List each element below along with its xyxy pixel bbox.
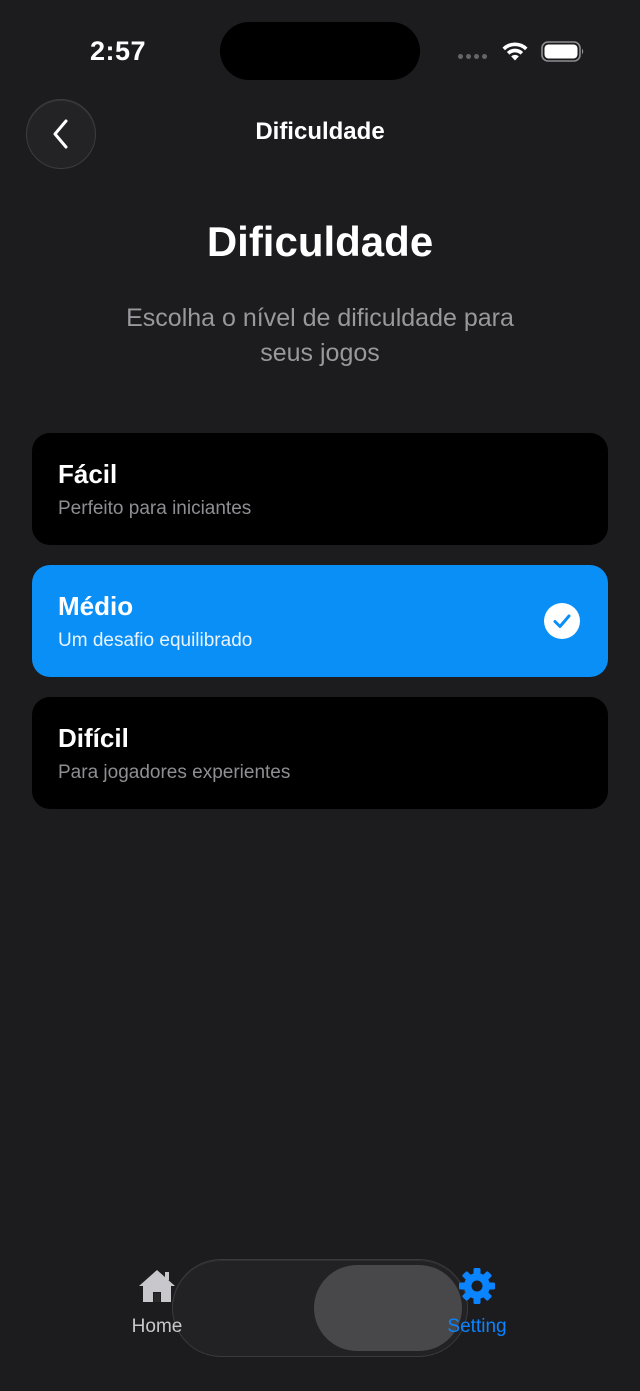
status-bar: 2:57 bbox=[0, 0, 640, 100]
checkmark-icon bbox=[544, 603, 580, 639]
page-title: Dificuldade bbox=[206, 218, 434, 265]
option-dificil[interactable]: Difícil Para jogadores experientes bbox=[32, 697, 608, 809]
option-facil[interactable]: Fácil Perfeito para iniciantes bbox=[32, 433, 608, 545]
gear-icon bbox=[456, 1266, 498, 1306]
wifi-icon bbox=[502, 42, 528, 61]
difficulty-screen: 2:57 Dificuldade Dificuldade Escolha o n… bbox=[0, 0, 640, 1391]
option-description: Para jogadores experientes bbox=[58, 762, 291, 783]
option-description: Um desafio equilibrado bbox=[58, 630, 253, 651]
difficulty-options: Fácil Perfeito para iniciantes Médio Um … bbox=[32, 433, 608, 829]
battery-icon bbox=[541, 41, 584, 62]
tab-home[interactable]: Home bbox=[97, 1266, 217, 1346]
option-title: Fácil bbox=[58, 459, 118, 489]
tab-setting[interactable]: Setting bbox=[417, 1266, 537, 1346]
option-title: Difícil bbox=[58, 723, 129, 753]
option-description: Perfeito para iniciantes bbox=[58, 498, 252, 519]
signal-icon bbox=[458, 54, 487, 59]
tab-label: Setting bbox=[447, 1316, 507, 1337]
nav-title: Dificuldade bbox=[255, 118, 385, 145]
status-time: 2:57 bbox=[90, 36, 147, 66]
option-medio[interactable]: Médio Um desafio equilibrado bbox=[32, 565, 608, 677]
option-title: Médio bbox=[58, 591, 134, 621]
house-icon bbox=[136, 1266, 178, 1306]
tab-label: Home bbox=[131, 1316, 183, 1337]
dynamic-island bbox=[220, 22, 420, 80]
page-subtitle: Escolha o nível de dificuldade para seus… bbox=[126, 304, 514, 367]
